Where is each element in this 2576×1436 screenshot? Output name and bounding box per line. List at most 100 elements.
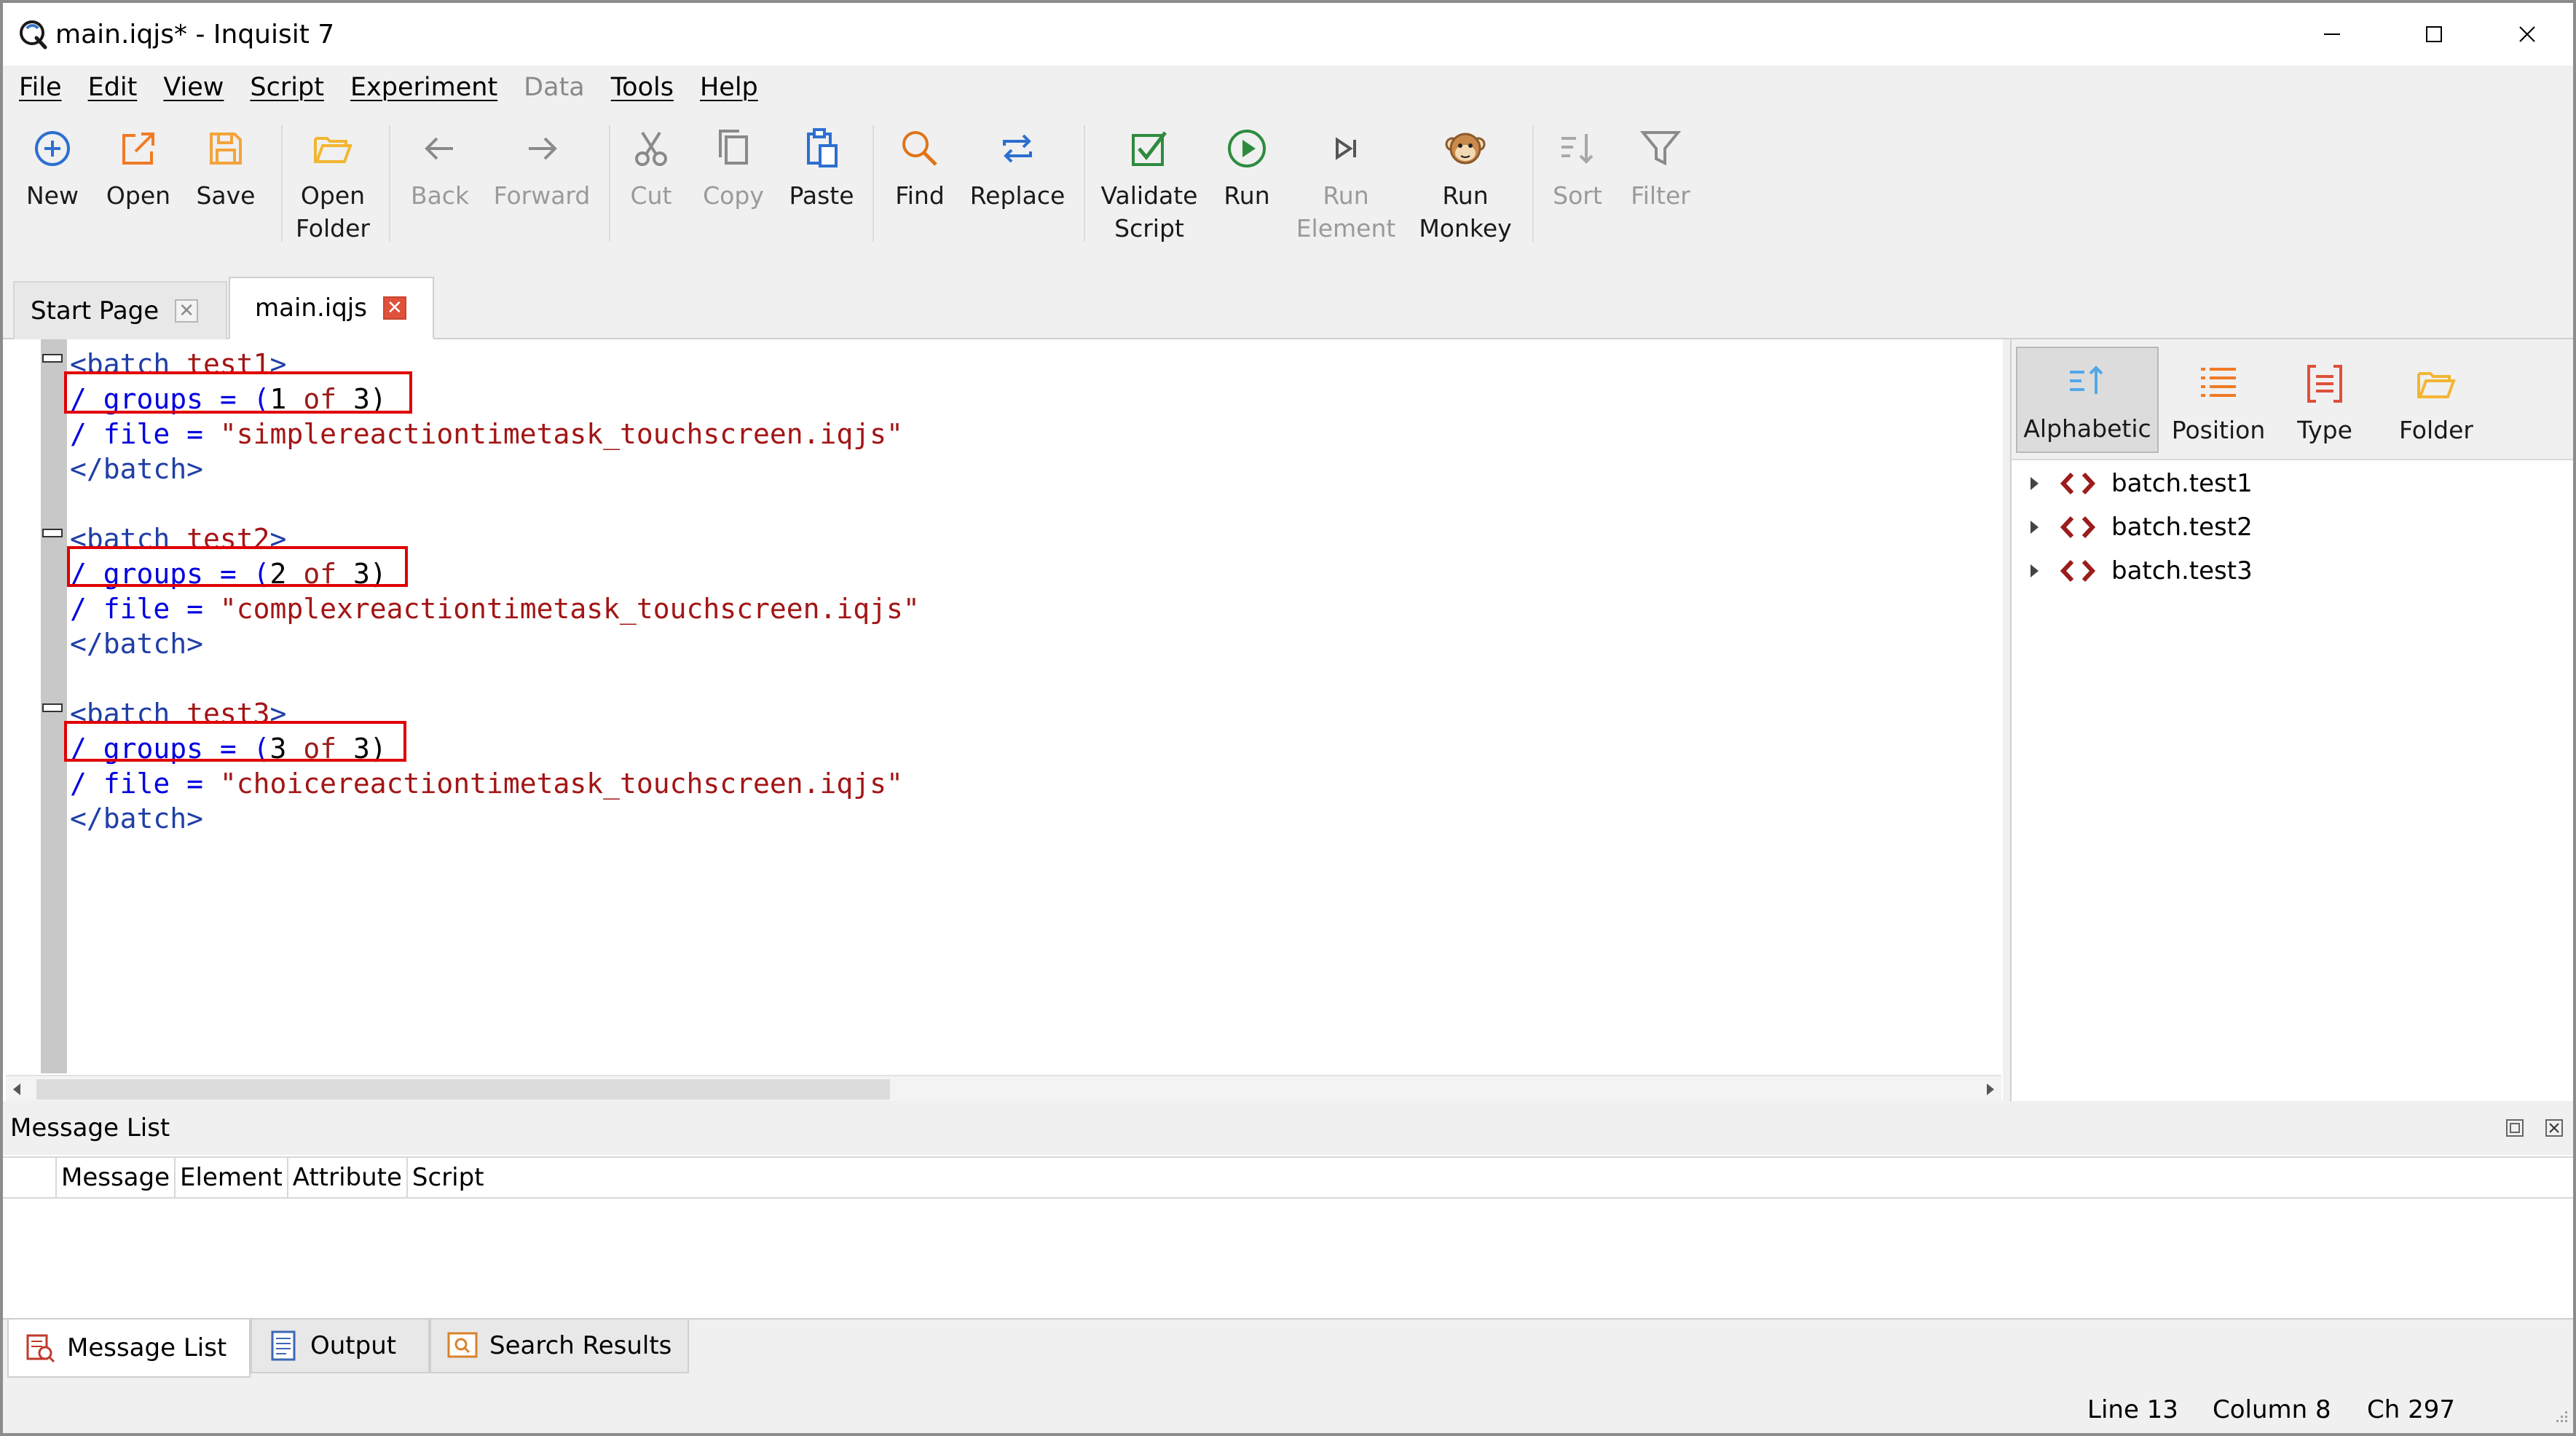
expand-arrow-icon[interactable] — [2031, 521, 2039, 534]
close-window-button[interactable] — [2476, 3, 2573, 66]
toolbar-separator — [389, 125, 390, 242]
sort-button[interactable]: Sort — [1548, 125, 1607, 212]
open-external-icon — [122, 133, 154, 165]
code-line: </batch> — [70, 451, 920, 486]
menu-tools[interactable]: Tools — [611, 73, 674, 102]
column-script[interactable]: Script — [408, 1158, 489, 1197]
horizontal-scrollbar[interactable] — [6, 1075, 2001, 1102]
menu-help[interactable]: Help — [700, 73, 758, 102]
tree-item-label: batch.test3 — [2111, 556, 2253, 585]
open-label: Open — [106, 181, 171, 210]
sort-alphabetic-button[interactable]: Alphabetic — [2016, 347, 2159, 453]
play-circle-icon — [1228, 130, 1266, 167]
sort-folder-label: Folder — [2399, 416, 2473, 444]
fold-collapse-icon[interactable] — [42, 703, 63, 712]
bottom-panel-tabs: Message List Output Search Results — [3, 1318, 2573, 1382]
scroll-right-icon[interactable] — [1982, 1082, 1997, 1097]
tree-item-batch-test3[interactable]: batch.test3 — [2031, 551, 2253, 591]
tab-close-icon[interactable]: ✕ — [382, 296, 406, 320]
fold-collapse-icon[interactable] — [42, 529, 63, 537]
close-icon — [2519, 26, 2535, 42]
tab-main-iqjs[interactable]: main.iqjs ✕ — [229, 277, 434, 339]
sort-alphabetic-label: Alphabetic — [2023, 414, 2151, 443]
column-element[interactable]: Element — [176, 1158, 288, 1197]
scroll-left-icon[interactable] — [10, 1082, 25, 1097]
maximize-button[interactable] — [2383, 3, 2485, 66]
tab-start-page[interactable]: Start Page ✕ — [13, 281, 227, 339]
tab-label: Search Results — [489, 1331, 672, 1360]
cut-button[interactable]: Cut — [622, 125, 680, 212]
menu-view[interactable]: View — [163, 73, 224, 102]
skip-next-icon — [1336, 137, 1356, 160]
document-tab-bar: Start Page ✕ main.iqjs ✕ — [3, 265, 2573, 339]
open-button[interactable]: Open — [102, 125, 175, 212]
copy-label: Copy — [703, 181, 764, 210]
run-button[interactable]: Run — [1218, 125, 1276, 212]
status-column: Column 8 — [2213, 1395, 2331, 1424]
tree-item-batch-test1[interactable]: batch.test1 — [2031, 463, 2253, 504]
code-editor[interactable]: <batch test1> / groups = (1 of 3) / file… — [3, 339, 2003, 1102]
code-line: / file = "choicereactiontimetask_touchsc… — [70, 766, 920, 801]
menu-data[interactable]: Data — [524, 73, 585, 102]
sort-type-button[interactable]: Type — [2281, 347, 2368, 453]
tab-search-results[interactable]: Search Results — [430, 1319, 689, 1373]
find-button[interactable]: Find — [886, 125, 954, 212]
tree-item-label: batch.test2 — [2111, 513, 2253, 542]
resize-grip-icon[interactable] — [2552, 1407, 2569, 1424]
expand-arrow-icon[interactable] — [2031, 477, 2039, 490]
tab-message-list[interactable]: Message List — [7, 1319, 251, 1378]
paste-button[interactable]: Paste — [785, 125, 858, 212]
column-attribute[interactable]: Attribute — [288, 1158, 408, 1197]
batch-element-icon — [2060, 516, 2096, 539]
type-icon — [2307, 365, 2342, 403]
code-token: "choicereactiontimetask_touchscreen.iqjs… — [219, 768, 903, 800]
replace-button[interactable]: Replace — [970, 125, 1065, 212]
minimize-button[interactable] — [2281, 3, 2383, 66]
code-token: "complexreactiontimetask_touchscreen.iqj… — [219, 593, 920, 625]
maximize-icon — [2426, 26, 2442, 42]
close-panel-icon[interactable] — [2543, 1117, 2565, 1139]
message-list-columns: Message Element Attribute Script — [3, 1156, 2573, 1199]
back-button[interactable]: Back — [403, 125, 476, 212]
new-button[interactable]: New — [23, 125, 82, 212]
column-spacer — [3, 1158, 57, 1197]
fold-collapse-icon[interactable] — [42, 354, 63, 363]
column-message[interactable]: Message — [57, 1158, 176, 1197]
sort-type-label: Type — [2297, 416, 2352, 444]
expand-arrow-icon[interactable] — [2031, 564, 2039, 577]
filter-button[interactable]: Filter — [1626, 125, 1695, 212]
copy-button[interactable]: Copy — [701, 125, 766, 212]
output-document-icon — [271, 1330, 296, 1361]
sort-position-button[interactable]: Position — [2167, 347, 2269, 453]
highlight-box — [64, 371, 412, 414]
validate-script-button[interactable]: Validate Script — [1098, 125, 1200, 245]
run-monkey-button[interactable]: Run Monkey — [1416, 125, 1515, 245]
tree-item-batch-test2[interactable]: batch.test2 — [2031, 507, 2253, 548]
tab-close-icon[interactable]: ✕ — [175, 299, 199, 323]
menu-file[interactable]: File — [19, 73, 62, 102]
explorer-sort-toolbar: Alphabetic Position Type Folder — [2012, 339, 2573, 460]
float-panel-icon[interactable] — [2504, 1117, 2526, 1139]
menu-experiment[interactable]: Experiment — [350, 73, 497, 102]
sort-alphabetic-icon — [2070, 366, 2103, 394]
open-folder-button[interactable]: Open Folder — [293, 125, 373, 245]
sort-folder-button[interactable]: Folder — [2382, 347, 2491, 453]
open-folder-label-line2: Folder — [296, 214, 370, 242]
tab-output[interactable]: Output — [251, 1319, 430, 1373]
new-label: New — [26, 181, 79, 210]
save-button[interactable]: Save — [189, 125, 262, 212]
menu-script[interactable]: Script — [250, 73, 324, 102]
scrollbar-thumb[interactable] — [36, 1079, 890, 1100]
forward-button[interactable]: Forward — [492, 125, 591, 212]
menu-edit[interactable]: Edit — [88, 73, 138, 102]
arrow-left-icon — [425, 137, 453, 160]
code-line: / file = "complexreactiontimetask_touchs… — [70, 591, 920, 626]
search-results-icon — [447, 1332, 478, 1358]
run-element-button[interactable]: Run Element — [1296, 125, 1395, 245]
batch-element-icon — [2060, 472, 2096, 495]
scissors-icon — [635, 131, 667, 166]
inquisit-logo-icon — [20, 20, 47, 50]
new-icon — [35, 131, 70, 166]
toolbar-separator — [1532, 125, 1534, 242]
